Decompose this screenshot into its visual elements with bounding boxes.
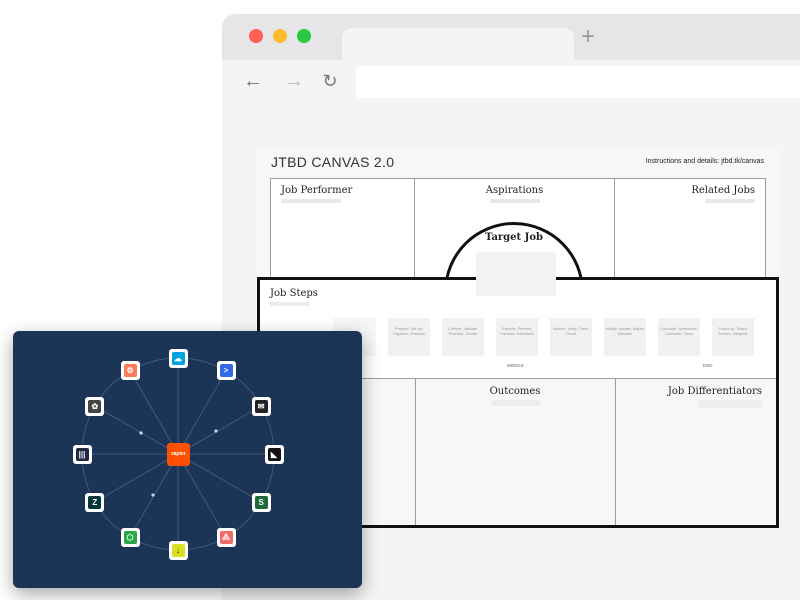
kit-glyph: ◣ xyxy=(267,447,281,461)
step-card[interactable]: Confirm, Validate, Prioritize, Decide xyxy=(442,318,484,356)
step-card[interactable]: Execute, Perform, Transact, Administer xyxy=(496,318,538,356)
activecampaign-glyph: > xyxy=(219,364,233,378)
hex-icon[interactable]: ⬡ xyxy=(120,527,140,547)
intercom-glyph: ||| xyxy=(75,447,89,461)
divider xyxy=(415,378,416,525)
reload-icon[interactable]: ↻ xyxy=(319,70,341,92)
step-card[interactable]: Conclude, Synthesize, Conclude, Close xyxy=(658,318,700,356)
job-steps-hint xyxy=(270,302,310,306)
job-performer-title: Job Performer xyxy=(281,185,353,196)
step-card[interactable]: Monitor, Verify, Track, Check xyxy=(550,318,592,356)
close-window-button[interactable] xyxy=(249,29,263,43)
asana-glyph: ⁂ xyxy=(219,530,233,544)
outcomes-title: Outcomes xyxy=(489,386,541,397)
hex-glyph: ⬡ xyxy=(123,530,137,544)
job-performer-hint xyxy=(281,199,341,203)
aspirations-title: Aspirations xyxy=(485,185,544,196)
step-card[interactable]: Follow up, Share, Archive, Integrate xyxy=(712,318,754,356)
back-arrow-icon[interactable]: ← xyxy=(242,70,264,92)
step-card[interactable]: Prepare, Set up, Organize, Examine xyxy=(388,318,430,356)
intercom-icon[interactable]: ||| xyxy=(72,444,92,464)
canvas-title: JTBD CANVAS 2.0 xyxy=(271,154,395,170)
activecampaign-icon[interactable]: > xyxy=(216,361,236,381)
hubspot-glyph: ⚙ xyxy=(123,364,137,378)
zapier-hub-icon: zapier xyxy=(167,443,190,466)
job-steps-title: Job Steps xyxy=(270,288,318,299)
target-job-input[interactable] xyxy=(476,252,556,296)
forward-arrow-icon[interactable]: → xyxy=(283,70,305,92)
integrations-card: zapier ☁ > ✉ ◣ S ⁂ ↓ ⬡ Z ||| ✿ ⚙ xyxy=(13,331,362,588)
salesforce-icon[interactable]: ☁ xyxy=(168,348,188,368)
download-glyph: ↓ xyxy=(171,543,185,557)
openai-icon[interactable]: ✿ xyxy=(85,396,105,416)
job-differentiators-hint xyxy=(698,400,762,408)
related-jobs-title: Related Jobs xyxy=(691,185,755,196)
sheets-icon[interactable]: S xyxy=(251,492,271,512)
related-jobs-cell: Related Jobs xyxy=(614,178,766,278)
asana-icon[interactable]: ⁂ xyxy=(216,527,236,547)
step-card[interactable]: Modify, Update, Adjust, Maintain xyxy=(604,318,646,356)
stage-middle-label: MIDDLE xyxy=(507,363,525,368)
browser-tab[interactable] xyxy=(342,28,574,60)
stage-end-label: END xyxy=(703,363,713,368)
related-jobs-hint xyxy=(705,199,755,203)
divider xyxy=(615,378,616,525)
canvas-instructions: Instructions and details: jtbd.tk/canvas xyxy=(645,158,764,165)
mailchimp-glyph: ✉ xyxy=(254,399,268,413)
target-job-title: Target Job xyxy=(484,232,544,243)
zendesk-glyph: Z xyxy=(88,495,102,509)
download-icon[interactable]: ↓ xyxy=(168,540,188,560)
aspirations-hint xyxy=(490,199,540,203)
sheets-glyph: S xyxy=(254,495,268,509)
openai-glyph: ✿ xyxy=(88,399,102,413)
job-differentiators-title: Job Differentiators xyxy=(667,386,762,397)
salesforce-glyph: ☁ xyxy=(171,351,185,365)
job-performer-cell: Job Performer xyxy=(270,178,415,278)
browser-toolbar: ← → ↻ xyxy=(222,60,800,104)
hubspot-icon[interactable]: ⚙ xyxy=(120,361,140,381)
maximize-window-button[interactable] xyxy=(297,29,311,43)
plus-icon[interactable]: + xyxy=(578,25,598,49)
url-bar[interactable] xyxy=(356,66,800,98)
outcomes-hint xyxy=(492,400,540,406)
kit-icon[interactable]: ◣ xyxy=(264,444,284,464)
zendesk-icon[interactable]: Z xyxy=(85,492,105,512)
browser-titlebar: + xyxy=(222,14,800,60)
mailchimp-icon[interactable]: ✉ xyxy=(251,396,271,416)
minimize-window-button[interactable] xyxy=(273,29,287,43)
